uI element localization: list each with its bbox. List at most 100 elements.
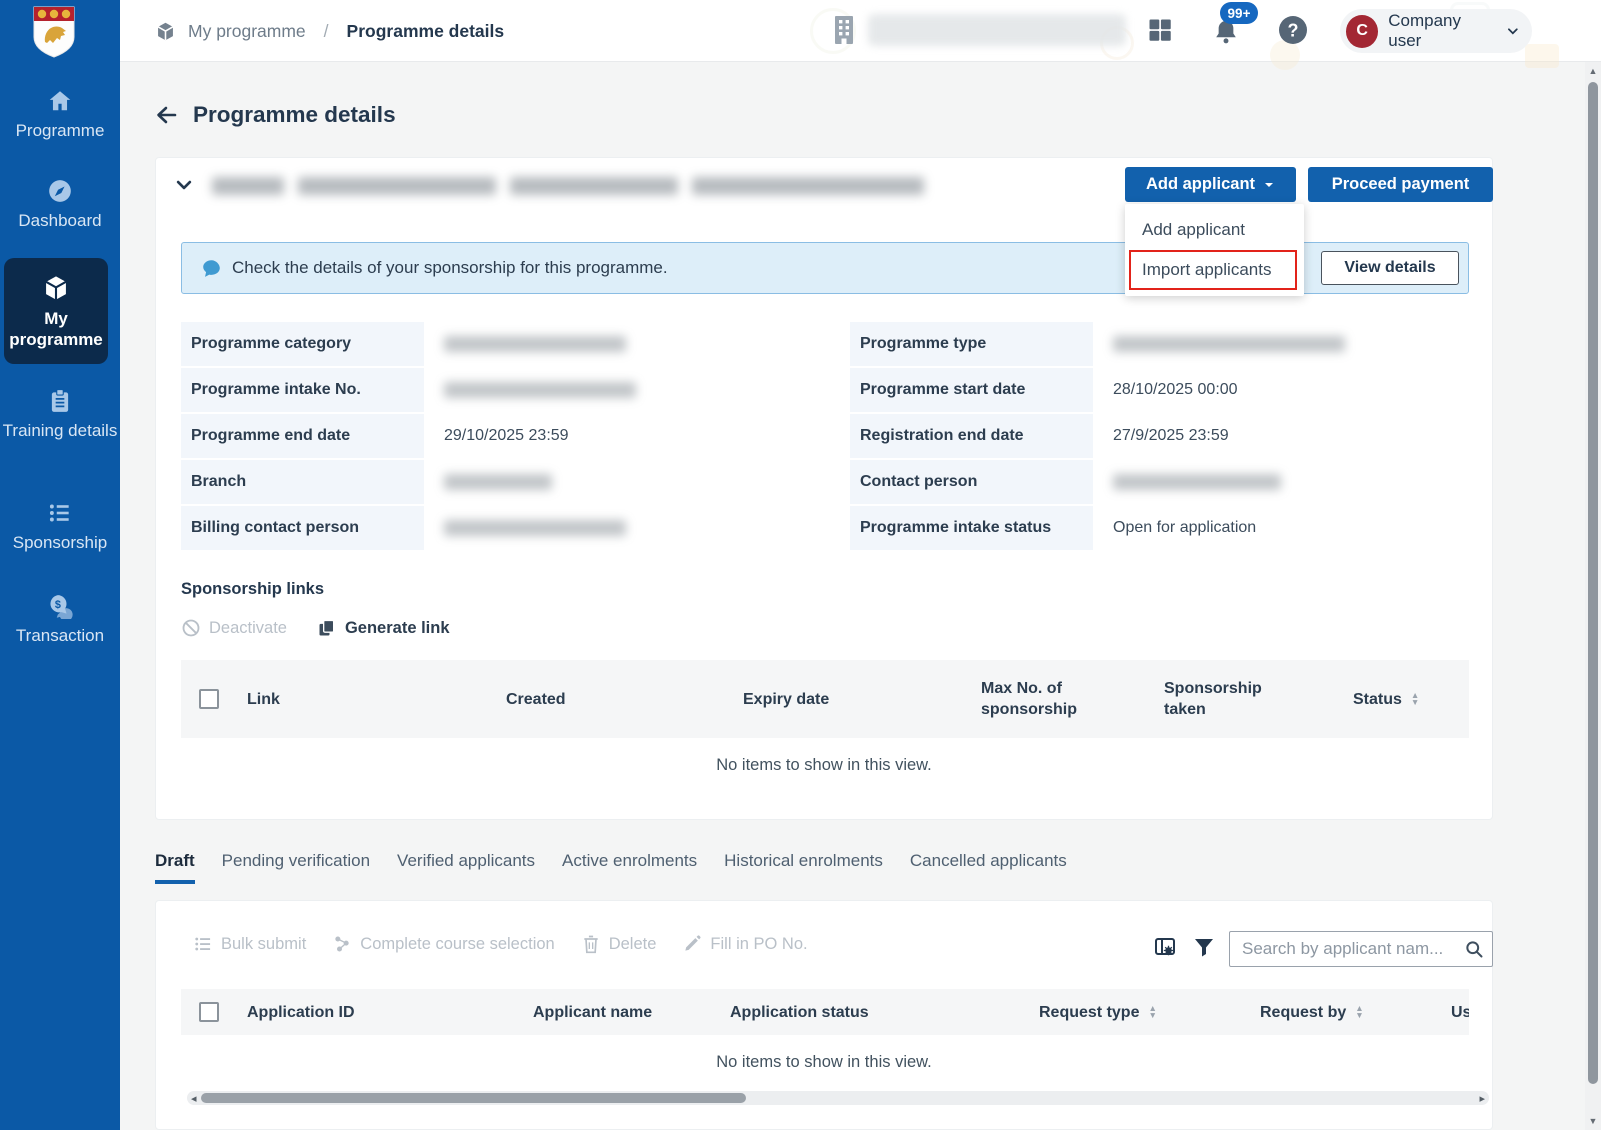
- filter-icon[interactable]: [1192, 935, 1216, 959]
- clipboard-icon: [47, 388, 73, 414]
- course-selection-icon: [332, 934, 352, 954]
- detail-value-redacted: [424, 322, 826, 366]
- svg-text:?: ?: [1288, 21, 1299, 41]
- tab-pending-verification[interactable]: Pending verification: [222, 851, 370, 884]
- copy-pages-icon: [317, 618, 337, 638]
- detail-label: Programme type: [850, 322, 1093, 366]
- horizontal-scrollbar-thumb[interactable]: [201, 1093, 746, 1103]
- notification-badge: 99+: [1220, 2, 1258, 24]
- proceed-payment-button[interactable]: Proceed payment: [1308, 167, 1493, 202]
- deactivate-button[interactable]: Deactivate: [181, 618, 287, 638]
- scroll-left-arrow[interactable]: ◂: [191, 1091, 197, 1105]
- column-header[interactable]: Application status: [730, 989, 869, 1035]
- detail-value-redacted: [1093, 460, 1493, 504]
- column-header-request-by[interactable]: Request by ▲▼: [1260, 989, 1364, 1035]
- breadcrumb-parent[interactable]: My programme: [188, 21, 306, 42]
- bulk-submit-label: Bulk submit: [221, 935, 306, 954]
- no-entry-icon: [181, 618, 201, 638]
- column-settings-icon[interactable]: [1153, 935, 1177, 959]
- sidebar-item-training-details[interactable]: Training details: [0, 388, 120, 441]
- applicant-tabs: Draft Pending verification Verified appl…: [155, 851, 1067, 884]
- column-header[interactable]: Created: [506, 660, 566, 738]
- column-header[interactable]: Expiry date: [743, 660, 829, 738]
- detail-label: Branch: [181, 460, 424, 504]
- generate-link-button[interactable]: Generate link: [317, 618, 450, 638]
- sidebar-item-label: Transaction: [16, 626, 104, 645]
- tab-draft[interactable]: Draft: [155, 851, 195, 884]
- top-header: My programme / Programme details 99+ ? C…: [120, 0, 1601, 62]
- menu-item-import-applicants[interactable]: Import applicants: [1125, 250, 1304, 290]
- tab-verified-applicants[interactable]: Verified applicants: [397, 851, 535, 884]
- fill-in-po-button[interactable]: Fill in PO No.: [682, 934, 807, 954]
- detail-label: Registration end date: [850, 414, 1093, 458]
- detail-row: Programme end date 29/10/2025 23:59: [181, 414, 826, 458]
- help-icon[interactable]: ?: [1278, 15, 1308, 45]
- breadcrumb-current: Programme details: [347, 21, 505, 42]
- sidebar-item-programme[interactable]: Programme: [0, 88, 120, 141]
- tab-active-enrolments[interactable]: Active enrolments: [562, 851, 697, 884]
- breadcrumb-separator: /: [324, 21, 329, 42]
- sidebar-item-label: Programme: [16, 121, 105, 140]
- scroll-up-arrow[interactable]: ▲: [1585, 66, 1601, 76]
- sort-icon[interactable]: ▲▼: [1355, 1005, 1363, 1019]
- add-applicant-label: Add applicant: [1146, 175, 1255, 194]
- university-crest-logo: [33, 6, 75, 58]
- tab-cancelled-applicants[interactable]: Cancelled applicants: [910, 851, 1067, 884]
- sidebar-item-transaction[interactable]: $ Transaction: [0, 593, 120, 646]
- detail-value: Open for application: [1093, 506, 1493, 550]
- user-menu[interactable]: C Company user: [1340, 9, 1532, 53]
- column-header[interactable]: Applicant name: [533, 989, 652, 1035]
- proceed-payment-label: Proceed payment: [1332, 175, 1470, 194]
- column-header-request-type[interactable]: Request type ▲▼: [1039, 989, 1157, 1035]
- page-title: Programme details: [193, 102, 396, 128]
- search-icon[interactable]: [1464, 939, 1484, 959]
- column-header-label: Request type: [1039, 1002, 1139, 1023]
- sidebar-item-dashboard[interactable]: Dashboard: [0, 178, 120, 231]
- detail-row: Branch: [181, 460, 826, 504]
- menu-item-add-applicant[interactable]: Add applicant: [1125, 210, 1304, 250]
- sort-icon[interactable]: ▲▼: [1411, 692, 1419, 706]
- column-header[interactable]: Sponsorship taken: [1164, 660, 1282, 738]
- column-header-user[interactable]: User: [1451, 989, 1469, 1035]
- column-header[interactable]: Max No. of sponsorship: [981, 660, 1113, 738]
- app-grid-icon[interactable]: [1146, 16, 1174, 44]
- view-details-button[interactable]: View details: [1321, 251, 1459, 285]
- applicants-table-header: Application ID Applicant name Applicatio…: [181, 989, 1469, 1035]
- detail-row: Programme intake No.: [181, 368, 826, 412]
- vertical-scrollbar[interactable]: ▲ ▼: [1585, 62, 1601, 1130]
- vertical-scrollbar-thumb[interactable]: [1588, 82, 1598, 1084]
- view-details-label: View details: [1344, 259, 1435, 277]
- detail-label: Programme intake No.: [181, 368, 424, 412]
- select-all-checkbox[interactable]: [199, 689, 219, 709]
- column-header[interactable]: Application ID: [247, 989, 355, 1035]
- sidebar-item-label: Dashboard: [18, 211, 101, 230]
- complete-course-selection-button[interactable]: Complete course selection: [332, 934, 554, 954]
- sidebar-item-my-programme[interactable]: My programme: [4, 258, 108, 364]
- scroll-right-arrow[interactable]: ▸: [1479, 1091, 1485, 1105]
- details-column-left: Programme category Programme intake No. …: [181, 322, 826, 552]
- applicants-card: Bulk submit Complete course selection De…: [155, 900, 1493, 1130]
- horizontal-scrollbar[interactable]: ◂ ▸: [187, 1091, 1489, 1105]
- add-applicant-dropdown: Add applicant Import applicants: [1125, 204, 1304, 296]
- sort-icon[interactable]: ▲▼: [1148, 1005, 1156, 1019]
- breadcrumb: My programme / Programme details: [155, 0, 504, 62]
- column-header[interactable]: Link: [247, 660, 280, 738]
- details-column-right: Programme type Programme start date 28/1…: [850, 322, 1493, 552]
- tab-historical-enrolments[interactable]: Historical enrolments: [724, 851, 883, 884]
- bulk-submit-button[interactable]: Bulk submit: [193, 934, 306, 954]
- detail-value-redacted: [424, 368, 826, 412]
- detail-label: Contact person: [850, 460, 1093, 504]
- sidebar-item-sponsorship[interactable]: Sponsorship: [0, 500, 120, 553]
- search-input[interactable]: [1229, 931, 1493, 967]
- list-icon: [47, 500, 73, 526]
- delete-button[interactable]: Delete: [581, 934, 657, 954]
- select-all-checkbox[interactable]: [199, 1002, 219, 1022]
- back-arrow-icon[interactable]: [155, 103, 179, 127]
- collapse-chevron-icon[interactable]: [174, 175, 194, 195]
- scroll-down-arrow[interactable]: ▼: [1585, 1116, 1601, 1126]
- detail-value: 27/9/2025 23:59: [1093, 414, 1493, 458]
- column-header-status[interactable]: Status ▲▼: [1353, 660, 1419, 738]
- detail-row: Billing contact person: [181, 506, 826, 550]
- add-applicant-button[interactable]: Add applicant: [1125, 167, 1296, 202]
- user-name: Company user: [1388, 11, 1496, 51]
